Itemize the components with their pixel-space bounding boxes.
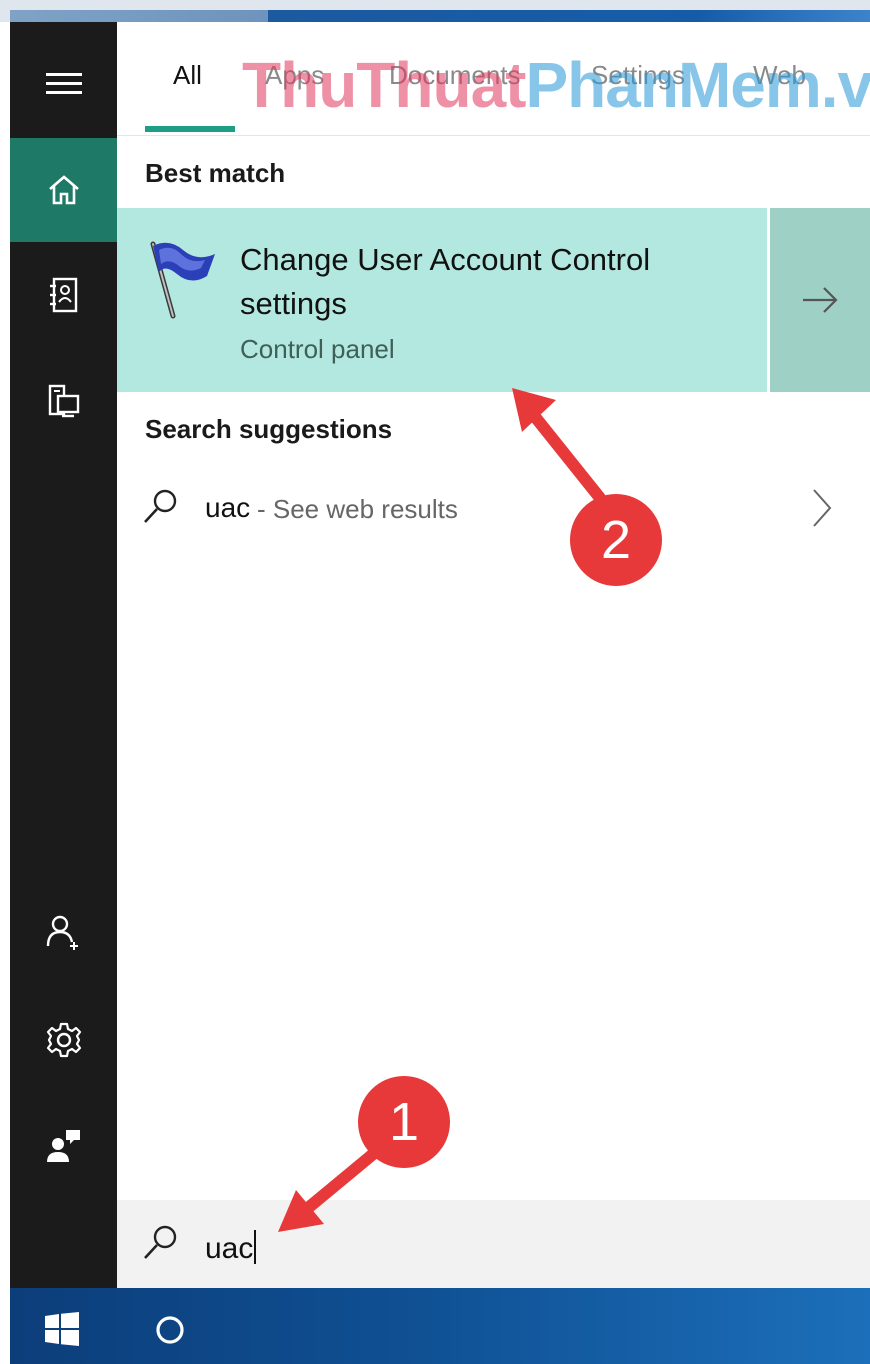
tab-documents[interactable]: Documents — [389, 60, 521, 91]
chevron-right-icon — [813, 489, 832, 527]
search-input[interactable]: uac — [205, 1230, 257, 1266]
hamburger-menu-icon — [45, 73, 82, 94]
taskbar — [10, 1288, 870, 1364]
notebook-button[interactable] — [10, 244, 117, 348]
feedback-button[interactable] — [10, 1094, 117, 1198]
watermark-part-2: PhanMem.vn — [525, 49, 870, 121]
best-match-title: Change User Account Control settings — [240, 242, 651, 321]
best-match-open-area[interactable]: Change User Account Control settings Con… — [117, 208, 767, 392]
tab-web[interactable]: Web — [753, 60, 806, 91]
notebook-icon — [49, 277, 77, 313]
add-user-button[interactable] — [10, 880, 117, 984]
windows-logo-icon[interactable] — [44, 1312, 80, 1346]
search-box[interactable]: uac — [117, 1200, 870, 1288]
best-match-result: Change User Account Control settings Con… — [117, 208, 870, 392]
suggestion-query: uac — [205, 492, 251, 523]
web-suggestion-item[interactable]: uac - See web results — [117, 470, 870, 546]
start-sidebar — [10, 22, 117, 1288]
search-icon — [144, 489, 177, 523]
filter-tabs: All Apps Documents Settings Web ThuThuat… — [117, 22, 870, 136]
desktop-strip — [10, 10, 870, 22]
devices-button[interactable] — [10, 350, 117, 454]
best-match-heading: Best match — [145, 158, 286, 188]
window-top-frame — [0, 0, 870, 22]
cortana-circle-icon[interactable] — [154, 1314, 186, 1346]
active-tab-indicator — [145, 126, 235, 132]
search-input-value: uac — [205, 1232, 254, 1265]
tab-all[interactable]: All — [173, 60, 202, 91]
home-button[interactable] — [10, 138, 117, 242]
uac-flag-icon — [150, 241, 215, 319]
settings-button[interactable] — [10, 988, 117, 1092]
hamburger-menu-button[interactable] — [10, 32, 117, 136]
tab-settings[interactable]: Settings — [591, 60, 685, 91]
suggestion-hint: - See web results — [257, 494, 458, 524]
devices-icon — [48, 384, 79, 418]
best-match-subtitle: Control panel — [240, 334, 395, 364]
best-match-expand-button[interactable] — [770, 208, 870, 392]
home-icon — [48, 175, 79, 205]
arrow-right-icon — [803, 287, 838, 313]
search-suggestions-heading: Search suggestions — [145, 414, 393, 444]
add-user-icon — [46, 915, 78, 950]
tab-apps[interactable]: Apps — [265, 60, 324, 91]
feedback-icon — [46, 1130, 80, 1162]
gear-icon — [46, 1022, 81, 1058]
search-icon — [144, 1225, 177, 1259]
search-results-panel: All Apps Documents Settings Web ThuThuat… — [117, 22, 870, 1288]
text-caret — [254, 1230, 257, 1264]
